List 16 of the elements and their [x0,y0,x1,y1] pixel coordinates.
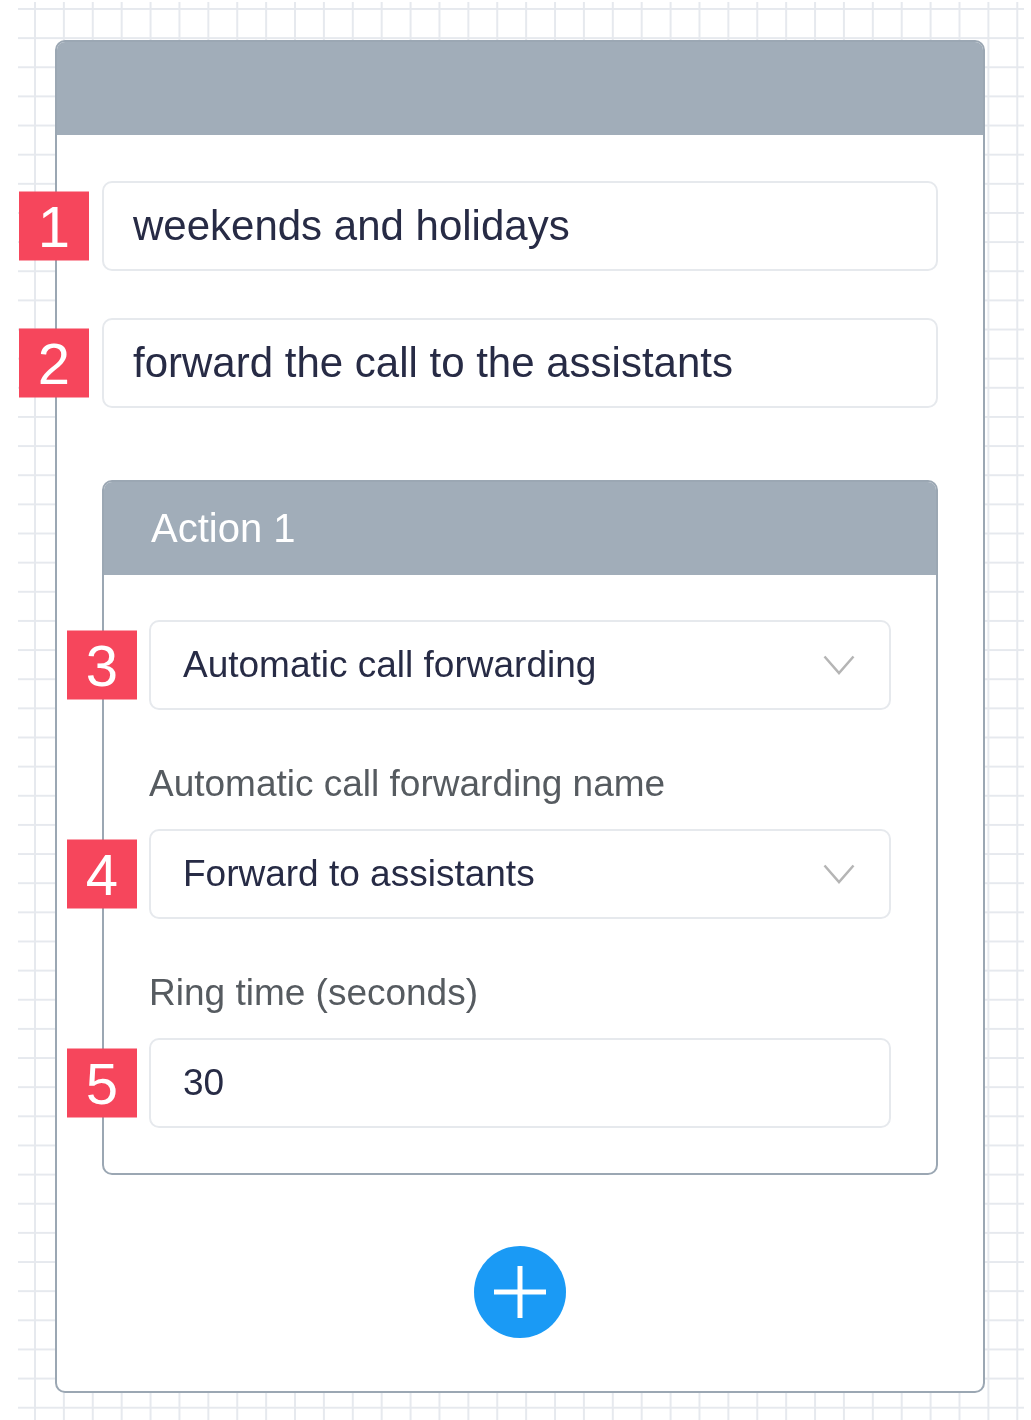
action-title: Action 1 [151,506,296,551]
number-marker: 3 [67,630,137,700]
number-marker: 5 [67,1048,137,1118]
number-field[interactable]: 30 [149,1038,891,1128]
number-marker: 1 [19,191,89,261]
chevron-down-icon [823,864,855,884]
number-marker: 4 [67,839,137,909]
chevron-down-icon [823,655,855,675]
text-field[interactable]: forward the call to the assistants [102,318,938,408]
text-field[interactable]: weekends and holidays [102,181,938,271]
field-label: Ring time (seconds) [149,971,478,1015]
number-marker: 2 [19,328,89,398]
dropdown-select[interactable]: Automatic call forwarding [149,620,891,710]
field-label: Automatic call forwarding name [149,762,666,806]
plus-icon [494,1266,546,1318]
dropdown-select[interactable]: Forward to assistants [149,829,891,919]
